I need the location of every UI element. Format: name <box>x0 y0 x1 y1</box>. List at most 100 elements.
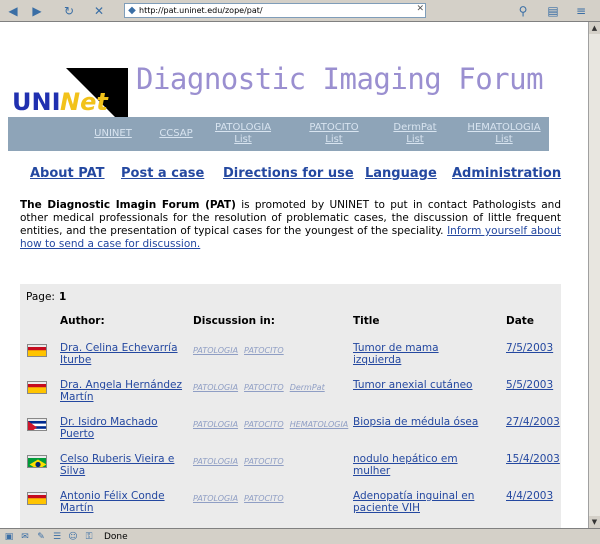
browser-window: ◀ ▶ ↻ ✕ ◆ http://pat.uninet.edu/zope/pat… <box>0 0 600 544</box>
table-row: Dr. Isidro Machado Puerto PATOLOGIA PATOCI… <box>20 414 561 451</box>
link-post-a-case[interactable]: Post a case <box>121 166 204 181</box>
case-title-link[interactable]: nodulo hepático em mulher <box>353 453 483 477</box>
mail-icon[interactable]: ✉ <box>18 531 32 543</box>
forward-arrow-icon[interactable]: ▶ <box>28 2 46 20</box>
discussion-lists: PATOLOGIA PATOCITO <box>193 457 290 466</box>
main-links: About PAT Post a case Directions for use La… <box>30 166 561 184</box>
addressbook-icon[interactable]: ☰ <box>50 531 64 543</box>
menu-icon[interactable]: ≡ <box>572 2 590 20</box>
discussion-list-link[interactable]: PATOLOGIA <box>193 494 238 503</box>
stop-icon[interactable]: ✕ <box>90 2 108 20</box>
discussion-list-link[interactable]: DermPat <box>290 383 325 392</box>
case-title-link[interactable]: Tumor anexial cutáneo <box>353 379 483 391</box>
print-icon[interactable]: ▤ <box>544 2 562 20</box>
discussion-list-link[interactable]: PATOLOGIA <box>193 383 238 392</box>
link-directions-for-use[interactable]: Directions for use <box>223 166 354 181</box>
author-link[interactable]: Dra. Angela Hernández Martín <box>60 379 185 403</box>
case-date-link[interactable]: 7/5/2003 <box>506 342 553 354</box>
author-header: Author: <box>60 315 105 327</box>
discussion-list-link[interactable]: PATOLOGIA <box>193 346 238 355</box>
logo-uni-text: UNI <box>12 88 61 116</box>
case-date-link[interactable]: 4/4/2003 <box>506 490 553 502</box>
table-row: Antonio Félix Conde Martín PATOLOGIA PATOC… <box>20 488 561 525</box>
discussion-list-link[interactable]: PATOLOGIA <box>193 420 238 429</box>
table-row: Dra. Angela Hernández Martín PATOLOGIA PAT… <box>20 377 561 414</box>
browser-toolbar: ◀ ▶ ↻ ✕ ◆ http://pat.uninet.edu/zope/pat… <box>0 0 600 22</box>
case-title-link[interactable]: Tumor de mama izquierda <box>353 342 483 366</box>
link-language[interactable]: Language <box>365 166 437 181</box>
address-text: http://pat.uninet.edu/zope/pat/ <box>139 6 263 15</box>
date-header: Date <box>506 315 534 327</box>
nav-item-label: PATOLOGIA <box>214 122 272 133</box>
author-link[interactable]: Celso Ruberis Vieira e Silva <box>60 453 185 477</box>
table-row: Dra. Celina Echevarría Iturbe PATOLOGIA PA… <box>20 340 561 377</box>
page-label: Page: <box>26 291 55 303</box>
discussion-lists: PATOLOGIA PATOCITO <box>193 346 290 355</box>
scroll-down-icon[interactable]: ▼ <box>589 516 600 528</box>
discussion-list-link[interactable]: PATOCITO <box>244 383 284 392</box>
composer-icon[interactable]: ✎ <box>34 531 48 543</box>
nav-item-label: PATOCITO <box>309 122 359 133</box>
scroll-up-icon[interactable]: ▲ <box>589 22 600 34</box>
case-title-link[interactable]: Biopsia de médula ósea <box>353 416 483 428</box>
nav-item-label: CCSAP <box>159 128 193 139</box>
discussion-list-link[interactable]: PATOLOGIA <box>193 457 238 466</box>
intro-brand: The Diagnostic Imagin Forum (PAT) <box>20 199 236 211</box>
nav-item-patologia[interactable]: PATOLOGIA List <box>211 117 275 151</box>
nav-item-label: DermPat <box>393 122 437 133</box>
flag-spain-icon <box>27 492 47 505</box>
discussion-header: Discussion in: <box>193 315 275 327</box>
flag-spain-icon <box>27 344 47 357</box>
nav-item-sublabel: List <box>234 134 252 145</box>
page-viewport: UNI Net Diagnostic Imaging Forum UNINET C… <box>0 22 588 528</box>
nav-item-uninet[interactable]: UNINET <box>83 117 143 151</box>
discussion-list-link[interactable]: HEMATOLOGIA <box>290 420 349 429</box>
discussion-list-link[interactable]: PATOCITO <box>244 420 284 429</box>
discussion-list-link[interactable]: PATOCITO <box>244 346 284 355</box>
pagination: Page: 1 <box>26 291 66 303</box>
table-row: Celso Ruberis Vieira e Silva PATOLOGIA PAT… <box>20 451 561 488</box>
nav-item-label: HEMATOLOGIA <box>467 122 541 133</box>
nav-item-sublabel: List <box>406 134 424 145</box>
status-bar: ▣ ✉ ✎ ☰ ☺ ⚿ Done <box>0 528 600 544</box>
case-list: Page: 1 Author: Discussion in: Title Date… <box>20 284 561 528</box>
author-link[interactable]: Antonio Félix Conde Martín <box>60 490 185 514</box>
reload-icon[interactable]: ↻ <box>60 2 78 20</box>
flag-brazil-icon <box>27 455 47 468</box>
site-title: Diagnostic Imaging Forum <box>136 62 544 96</box>
discussion-lists: PATOLOGIA PATOCITO DermPat <box>193 383 331 392</box>
link-about-pat[interactable]: About PAT <box>30 166 105 181</box>
link-administration[interactable]: Administration <box>452 166 561 181</box>
address-bar[interactable]: ◆ http://pat.uninet.edu/zope/pat/ ✕ <box>124 3 426 18</box>
author-link[interactable]: Dr. Isidro Machado Puerto <box>60 416 185 440</box>
nav-item-hematologia[interactable]: HEMATOLOGIA List <box>462 117 546 151</box>
flag-cuba-icon <box>27 418 47 431</box>
vertical-scrollbar[interactable]: ▲ ▼ <box>588 22 600 528</box>
search-icon[interactable]: ⚲ <box>514 2 532 20</box>
page-number[interactable]: 1 <box>59 291 66 303</box>
case-date-link[interactable]: 15/4/2003 <box>506 453 560 465</box>
discussion-lists: PATOLOGIA PATOCITO HEMATOLOGIA <box>193 420 354 429</box>
discussion-list-link[interactable]: PATOCITO <box>244 457 284 466</box>
discussion-lists: PATOLOGIA PATOCITO <box>193 494 290 503</box>
case-date-link[interactable]: 5/5/2003 <box>506 379 553 391</box>
nav-item-sublabel: List <box>495 134 513 145</box>
case-date-link[interactable]: 27/4/2003 <box>506 416 560 428</box>
navigator-icon[interactable]: ▣ <box>2 531 16 543</box>
nav-item-dermpat[interactable]: DermPat List <box>384 117 446 151</box>
address-close-icon[interactable]: ✕ <box>416 4 424 14</box>
nav-item-patocito[interactable]: PATOCITO List <box>302 117 366 151</box>
status-text: Done <box>104 531 128 542</box>
top-navigation: UNINET CCSAP PATOLOGIA List PATOCITO List Derm… <box>8 117 549 151</box>
author-link[interactable]: Dra. Celina Echevarría Iturbe <box>60 342 185 366</box>
nav-item-ccsap[interactable]: CCSAP <box>151 117 201 151</box>
logo-net-text: Net <box>60 88 109 116</box>
case-title-link[interactable]: Adenopatía inguinal en paciente VIH <box>353 490 483 514</box>
title-header: Title <box>353 315 380 327</box>
chat-icon[interactable]: ☺ <box>66 531 80 543</box>
flag-spain-icon <box>27 381 47 394</box>
discussion-list-link[interactable]: PATOCITO <box>244 494 284 503</box>
page-icon: ◆ <box>128 5 136 16</box>
back-arrow-icon[interactable]: ◀ <box>4 2 22 20</box>
lock-icon: ⚿ <box>85 531 93 542</box>
